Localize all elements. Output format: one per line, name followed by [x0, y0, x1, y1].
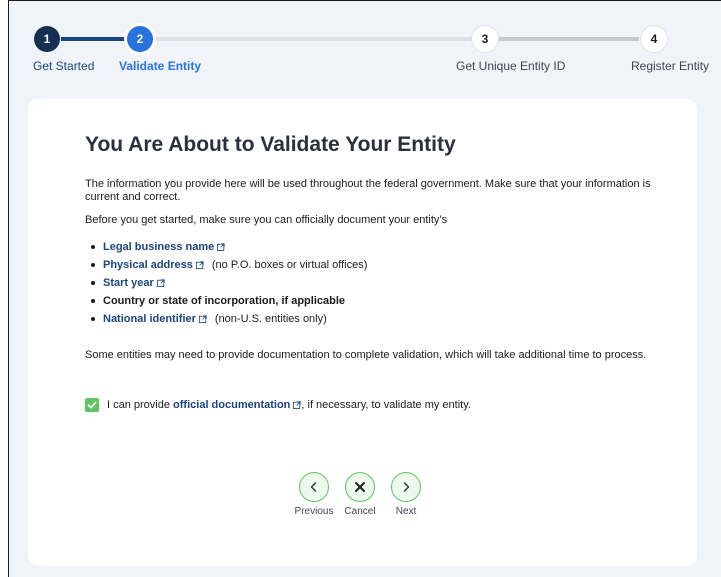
physical-address-link[interactable]: Physical address	[103, 259, 193, 271]
step-4-badge: 4	[641, 26, 667, 52]
intro-text: The information you provide here will be…	[85, 178, 651, 203]
before-text: Before you get started, make sure you ca…	[85, 214, 448, 226]
list-item: Legal business name	[90, 238, 367, 256]
required-documents-list: Legal business name Physical address (no …	[85, 238, 367, 328]
agreement-prefix: I can provide	[107, 399, 170, 411]
legal-business-name-link[interactable]: Legal business name	[103, 241, 214, 253]
physical-address-note: (no P.O. boxes or virtual offices)	[211, 259, 368, 271]
external-link-icon	[156, 279, 165, 287]
official-documentation-link[interactable]: official documentation	[173, 399, 290, 411]
list-item: Start year	[90, 274, 367, 292]
cancel-label: Cancel	[344, 506, 376, 517]
list-item: Country or state of incorporation, if ap…	[90, 292, 367, 310]
chevron-left-icon	[310, 482, 317, 492]
agreement-checkbox[interactable]	[85, 398, 99, 412]
next-button[interactable]: Next	[381, 472, 431, 517]
national-identifier-link[interactable]: National identifier	[103, 313, 196, 325]
agreement-suffix: , if necessary, to validate my entity.	[301, 399, 471, 411]
documentation-notice: Some entities may need to provide docume…	[85, 349, 647, 361]
national-identifier-note: (non-U.S. entities only)	[214, 313, 327, 325]
step-2-label: Validate Entity	[119, 59, 202, 73]
documentation-agreement: I can provide official documentation , if…	[85, 398, 471, 412]
step-connector-complete	[61, 37, 129, 41]
step-3-badge: 3	[472, 26, 498, 52]
step-1-badge: 1	[34, 26, 60, 52]
step-4-label: Register Entity	[631, 59, 710, 73]
step-3-label: Get Unique Entity ID	[456, 59, 566, 73]
validation-card: You Are About to Validate Your Entity Th…	[28, 99, 697, 566]
page-title: You Are About to Validate Your Entity	[85, 133, 456, 156]
list-item: National identifier (non-U.S. entities on…	[90, 310, 367, 328]
close-icon	[355, 482, 365, 492]
previous-button-circle	[299, 472, 329, 502]
external-link-icon	[198, 315, 207, 323]
step-1-label: Get Started	[33, 59, 95, 73]
cancel-button-circle	[345, 472, 375, 502]
external-link-icon	[195, 261, 204, 269]
step-connector-upcoming-2	[497, 37, 639, 41]
cancel-button[interactable]: Cancel	[335, 472, 385, 517]
start-year-link[interactable]: Start year	[103, 277, 154, 289]
external-link-icon	[217, 243, 225, 251]
check-icon	[87, 401, 97, 409]
step-navigation: Previous Cancel Next	[286, 472, 436, 522]
external-link-icon	[293, 401, 301, 409]
list-item: Physical address (no P.O. boxes or virtua…	[90, 256, 368, 274]
previous-button[interactable]: Previous	[289, 472, 339, 517]
next-label: Next	[395, 506, 417, 517]
country-of-incorporation-text: Country or state of incorporation, if ap…	[103, 295, 346, 307]
next-button-circle	[391, 472, 421, 502]
app-frame: 1 2 3 4 Get Started Validate Entity Get …	[8, 0, 721, 577]
step-indicator: 1 2 3 4 Get Started Validate Entity Get …	[9, 1, 721, 91]
previous-label: Previous	[294, 506, 334, 517]
step-2-badge: 2	[127, 26, 153, 52]
step-connector-upcoming	[154, 37, 476, 41]
chevron-right-icon	[403, 482, 410, 492]
